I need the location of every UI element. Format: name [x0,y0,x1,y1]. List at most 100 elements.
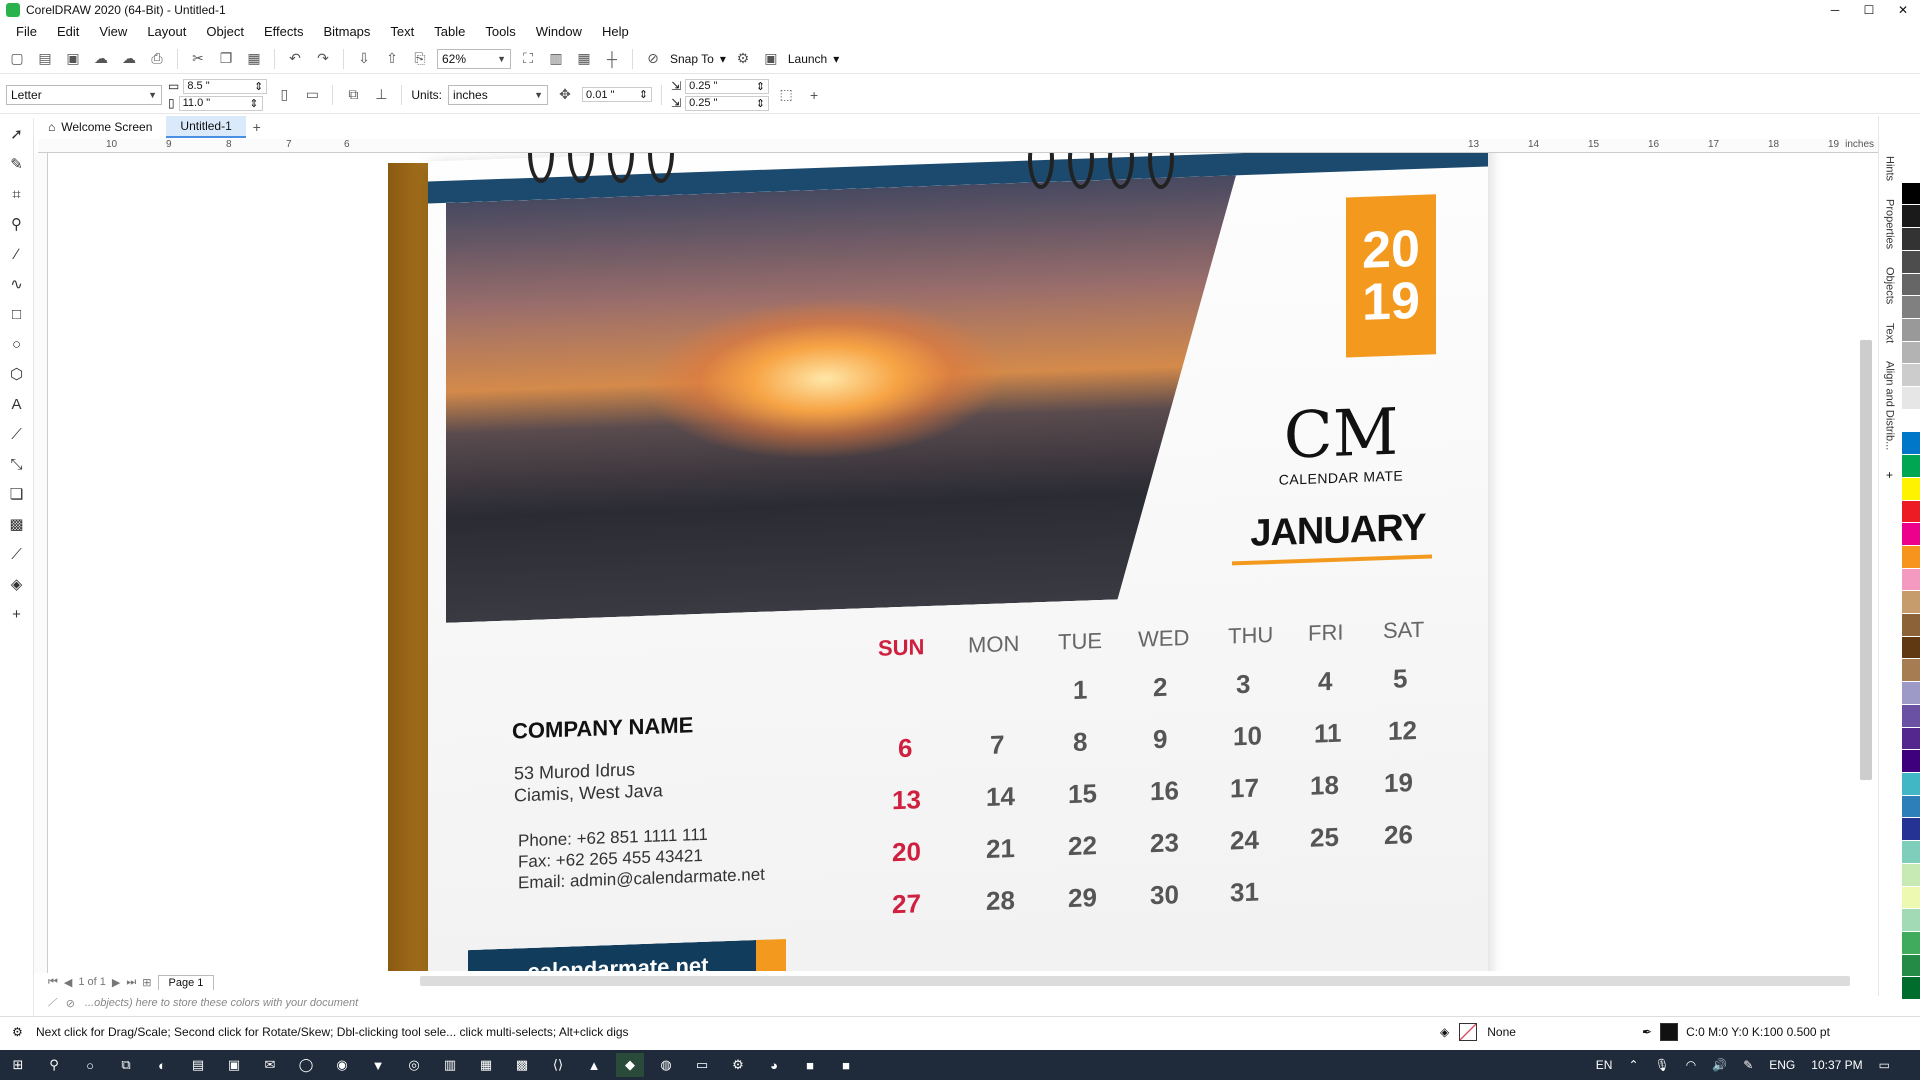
color-swatch[interactable] [1902,795,1920,819]
pdf-icon[interactable]: ⎘ [409,48,431,70]
connector-tool-icon[interactable]: ⤡ [4,452,30,476]
adobe-app-icon[interactable]: ■ [832,1053,860,1077]
menu-view[interactable]: View [89,24,137,39]
docker-properties[interactable]: Properties [1884,199,1896,249]
chevron-down-icon[interactable]: ▾ [720,52,726,66]
zoom-tool-icon[interactable]: ⚲ [4,212,30,236]
app-icon[interactable]: ◕ [760,1053,788,1077]
polygon-tool-icon[interactable]: ⬡ [4,362,30,386]
color-palette[interactable] [1902,160,1920,1001]
menu-file[interactable]: File [6,24,47,39]
horizontal-ruler[interactable]: 10 9 8 7 6 13 14 15 16 17 18 19 inches [38,139,1878,153]
color-swatch[interactable] [1902,863,1920,887]
interactive-fill-icon[interactable]: ◈ [4,572,30,596]
last-page-icon[interactable]: ⏭ [126,976,136,989]
color-swatch[interactable] [1902,591,1920,615]
pick-tool-icon[interactable]: ➚ [4,122,30,146]
add-page-icon[interactable]: ⊞ [142,976,151,989]
close-button[interactable]: ✕ [1886,0,1920,20]
notes-icon[interactable]: ▦ [472,1053,500,1077]
menu-bitmaps[interactable]: Bitmaps [313,24,380,39]
units-select[interactable]: inches ▼ [448,84,549,105]
redo-icon[interactable]: ↷ [312,48,334,70]
page-height-field[interactable]: 11.0 " ⇕ [178,95,263,111]
ellipse-tool-icon[interactable]: ○ [4,332,30,356]
photoshop-icon[interactable]: ▩ [508,1053,536,1077]
options-gear-icon[interactable]: ⚙ [732,48,754,70]
color-swatch[interactable] [1902,931,1920,955]
color-swatch[interactable] [1902,750,1920,773]
color-swatch[interactable] [1902,205,1920,229]
portrait-icon[interactable]: ▯ [273,84,295,106]
document-palette[interactable]: ⟋ ⊘ ...objects) here to store these colo… [38,994,1878,1012]
color-swatch[interactable] [1902,727,1920,751]
steam-icon[interactable]: ⚙ [724,1053,752,1077]
color-swatch[interactable] [1902,500,1920,524]
docker-text[interactable]: Text [1884,323,1896,343]
color-swatch[interactable] [1902,636,1920,660]
parallel-dimension-icon[interactable]: ⟋ [4,422,30,446]
new-tab-plus-icon[interactable]: + [246,116,268,138]
vivaldi-icon[interactable]: ◉ [328,1053,356,1077]
minimize-button[interactable]: ─ [1818,0,1852,20]
notepad-icon[interactable]: ▥ [436,1053,464,1077]
print-icon[interactable]: ⎙ [146,48,168,70]
menu-object[interactable]: Object [196,24,254,39]
first-page-icon[interactable]: ⏮ [48,976,58,989]
color-swatch[interactable] [1902,318,1920,342]
color-swatch[interactable] [1902,704,1920,728]
fill-indicator[interactable]: ◈ None [1440,1022,1516,1041]
snap-off-icon[interactable]: ⊘ [642,48,664,70]
volume-icon[interactable]: 🔊 [1712,1058,1727,1072]
open-icon[interactable]: ▤ [34,48,56,70]
coreldraw-taskbar-icon[interactable]: ◆ [616,1053,644,1077]
color-swatch[interactable] [1902,977,1920,1001]
clock[interactable]: 10:37 PM [1811,1058,1862,1072]
eyedropper-icon[interactable]: ⟋ [4,542,30,566]
search-icon[interactable]: ⚲ [40,1053,68,1077]
notifications-icon[interactable]: ▭ [1879,1058,1890,1072]
menu-text[interactable]: Text [380,24,424,39]
pen-icon[interactable]: ✎ [1743,1058,1753,1072]
menu-window[interactable]: Window [526,24,592,39]
color-swatch[interactable] [1902,409,1920,433]
menu-tools[interactable]: Tools [475,24,525,39]
eyedropper-icon[interactable]: ⟋ [48,997,56,1010]
export-icon[interactable]: ⇧ [381,48,403,70]
show-guidelines-icon[interactable]: ┼ [601,48,623,70]
paste-icon[interactable]: ▦ [243,48,265,70]
menu-edit[interactable]: Edit [47,24,89,39]
page-tab-1[interactable]: Page 1 [157,974,215,990]
horizontal-scrollbar[interactable] [420,976,1850,986]
freehand-tool-icon[interactable]: ∕ [4,242,30,266]
color-swatch[interactable] [1902,772,1920,796]
menu-effects[interactable]: Effects [254,24,314,39]
task-view-icon[interactable]: ⧉ [112,1053,140,1077]
color-swatch[interactable] [1902,341,1920,365]
next-page-icon[interactable]: ▶ [112,976,120,989]
opera-icon[interactable]: ◯ [292,1053,320,1077]
color-swatch[interactable] [1902,228,1920,251]
corel-app-icon[interactable]: ■ [796,1053,824,1077]
tab-welcome-screen[interactable]: ⌂ Welcome Screen [34,116,166,138]
maximize-button[interactable]: ☐ [1852,0,1886,20]
chrome-icon[interactable]: ◎ [400,1053,428,1077]
color-swatch[interactable] [1902,523,1920,546]
store-icon[interactable]: ▣ [220,1053,248,1077]
input-language[interactable]: EN [1596,1058,1613,1072]
keyboard-language[interactable]: ENG [1769,1058,1795,1072]
color-swatch[interactable] [1902,477,1920,501]
cloud-upload-icon[interactable]: ☁ [118,48,140,70]
color-swatch[interactable] [1902,432,1920,456]
color-swatch[interactable] [1902,545,1920,569]
copy-icon[interactable]: ❐ [215,48,237,70]
cortana-icon[interactable]: ○ [76,1053,104,1077]
undo-icon[interactable]: ↶ [284,48,306,70]
color-swatch[interactable] [1902,568,1920,592]
color-swatch[interactable] [1902,954,1920,978]
zoom-select[interactable]: 62% ▼ [437,48,511,69]
new-document-icon[interactable]: ▢ [6,48,28,70]
add-docker-icon[interactable]: + [1886,468,1893,482]
nudge-distance-field[interactable]: 0.01 " ⇕ [582,87,653,102]
full-screen-icon[interactable]: ⛶ [517,48,539,70]
